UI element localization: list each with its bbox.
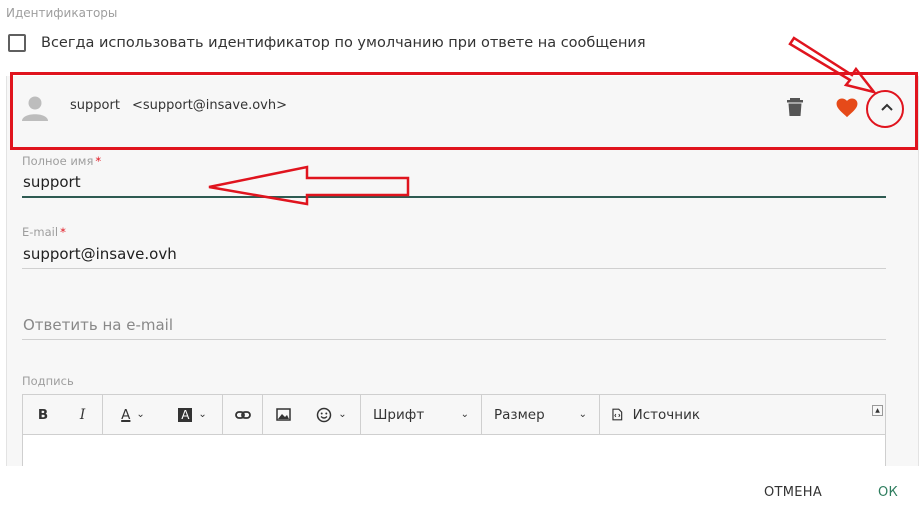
chevron-up-icon	[881, 103, 893, 111]
size-select[interactable]: Размер ⌄	[482, 395, 600, 434]
image-icon	[275, 408, 291, 421]
background-color-button[interactable]: A ⌄	[163, 395, 223, 434]
signature-editor[interactable]	[22, 435, 886, 466]
signature-label: Подпись	[22, 374, 74, 388]
background-color-icon: A	[178, 407, 193, 422]
toolbar-collapse-icon[interactable]: ▲	[872, 405, 883, 416]
required-mark: *	[95, 154, 102, 168]
chevron-down-icon: ⌄	[136, 409, 145, 420]
font-select[interactable]: Шрифт ⌄	[361, 395, 482, 434]
italic-button[interactable]: I	[63, 395, 103, 434]
chevron-down-icon: ⌄	[338, 409, 347, 420]
full-name-field: Полное имя *	[22, 154, 886, 198]
font-select-label: Шрифт	[373, 406, 425, 423]
source-icon	[612, 408, 623, 421]
bold-button[interactable]: B	[23, 395, 63, 434]
emoji-button[interactable]: ⌄	[303, 395, 361, 434]
default-identity-option[interactable]: Всегда использовать идентификатор по умо…	[8, 34, 646, 52]
collapse-button[interactable]	[872, 92, 902, 122]
link-icon	[234, 410, 251, 419]
heart-icon[interactable]	[836, 98, 858, 118]
identity-name: support	[70, 98, 120, 113]
reply-to-field	[22, 310, 886, 340]
text-color-button[interactable]: A ⌄	[103, 395, 163, 434]
identities-settings-page: Идентификаторы Всегда использовать идент…	[0, 0, 921, 507]
email-input[interactable]	[22, 239, 886, 269]
image-button[interactable]	[263, 395, 303, 434]
section-title: Идентификаторы	[6, 6, 118, 20]
signature-toolbar: B I A ⌄ A ⌄ ⌄ Шрифт ⌄ Размер ⌄ Источник …	[22, 394, 886, 435]
required-mark: *	[60, 225, 66, 239]
cancel-button[interactable]: ОТМЕНА	[764, 485, 822, 500]
full-name-input[interactable]	[22, 168, 886, 198]
smiley-icon	[317, 407, 332, 422]
default-identity-checkbox[interactable]	[8, 34, 26, 52]
email-label: E-mail *	[22, 225, 66, 239]
link-button[interactable]	[223, 395, 263, 434]
chevron-down-icon: ⌄	[198, 409, 207, 420]
reply-to-input[interactable]	[22, 310, 886, 340]
full-name-label: Полное имя *	[22, 154, 102, 168]
chevron-down-icon: ⌄	[578, 409, 587, 420]
person-icon	[22, 96, 48, 121]
text-color-icon: A	[121, 406, 131, 423]
source-label: Источник	[632, 406, 700, 423]
dialog-actions: ОТМЕНА ОК	[0, 466, 921, 507]
identity-header[interactable]: support <support@insave.ovh>	[7, 76, 920, 138]
chevron-down-icon: ⌄	[460, 409, 469, 420]
source-button[interactable]: Источник	[600, 395, 700, 434]
trash-icon[interactable]	[786, 97, 804, 117]
size-select-label: Размер	[494, 406, 545, 423]
default-identity-label: Всегда использовать идентификатор по умо…	[41, 35, 646, 51]
identity-email: <support@insave.ovh>	[132, 98, 287, 113]
email-field: E-mail *	[22, 225, 886, 269]
ok-button[interactable]: ОК	[878, 485, 898, 500]
